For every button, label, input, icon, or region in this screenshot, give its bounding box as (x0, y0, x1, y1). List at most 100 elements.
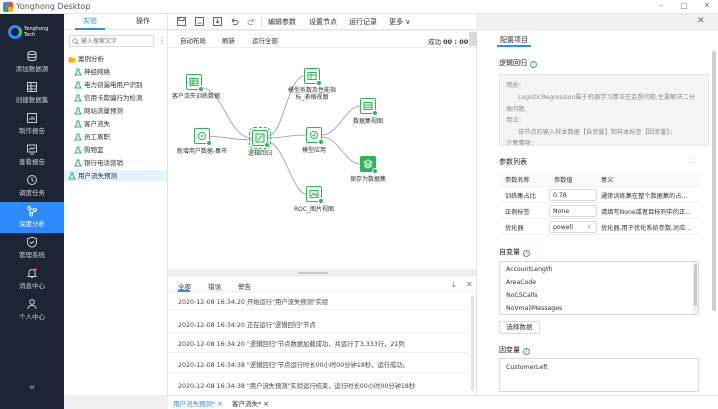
document-tabs: 用户流失预测* ✕ 客户流失* ✕ (168, 395, 718, 409)
undo-icon[interactable] (230, 17, 239, 26)
redo-icon[interactable] (247, 17, 256, 26)
flask-icon (74, 81, 82, 89)
field-item[interactable]: NoVmailMessages (506, 305, 562, 312)
dependent-var-list[interactable]: CustomerLeft (499, 358, 699, 392)
close-window-button[interactable]: ✕ (700, 1, 714, 10)
success-badge-icon (318, 198, 324, 204)
connection-lines (201, 75, 361, 195)
database-icon (27, 50, 37, 62)
window-title: Yonghong Desktop (16, 2, 91, 11)
node-model-apply[interactable] (306, 127, 324, 145)
more-options-icon[interactable]: ⋮ (158, 36, 166, 45)
tab-experiment[interactable]: 实验 (83, 16, 97, 26)
tree-folder[interactable]: 案例分析 (68, 53, 104, 64)
tab-operation[interactable]: 操作 (136, 16, 150, 26)
tree-item[interactable]: 银行电话营销 (74, 157, 123, 168)
node-logistic-regression[interactable] (249, 127, 271, 149)
field-item[interactable]: CustomerLeft (506, 364, 548, 371)
nav-item-message-center[interactable]: 消息中心 (0, 264, 64, 295)
nav-item-manage-system[interactable]: 管理系统 (0, 233, 64, 264)
log-divider (168, 352, 468, 353)
tree-item[interactable]: 神经网络 (74, 66, 110, 77)
param-value-input[interactable]: None (549, 205, 597, 217)
log-panel: 全部 错误 警告 ⤓ ✕ 2020-12-08 16:34:20 开始运行"用户… (168, 275, 476, 395)
data-table-icon (189, 78, 199, 86)
tree-item[interactable]: 购物篮 (74, 144, 104, 155)
node-new-user-data[interactable] (194, 128, 212, 146)
edit-params-button[interactable]: 编辑参数 (268, 17, 296, 27)
tree-item[interactable]: 信用卡欺骗行为检测 (74, 92, 143, 103)
minimize-button[interactable]: – (654, 1, 668, 10)
tab-indicator (75, 28, 105, 30)
nav-item-view-report[interactable]: 查看报告 (0, 140, 64, 171)
tree-item[interactable]: 客户流失 (74, 118, 110, 129)
save-as-icon[interactable] (195, 17, 204, 26)
doc-tab-user-churn[interactable]: 用户流失预测* ✕ (173, 398, 223, 408)
refresh-button[interactable]: 刷新 (222, 35, 235, 45)
collapse-panel-handle[interactable] (469, 32, 477, 46)
download-log-icon[interactable]: ⤓ (452, 280, 456, 290)
nav-item-make-report[interactable]: 制作报告 (0, 109, 64, 140)
node-save-dataset[interactable] (360, 156, 378, 174)
maximize-button[interactable]: ▢ (677, 1, 691, 10)
param-value-input[interactable]: 0.78 (549, 189, 597, 201)
info-icon[interactable]: i (523, 348, 530, 355)
logic-section-title: 逻辑回归 i (499, 58, 537, 68)
field-item[interactable]: NoCSCalls (506, 292, 537, 299)
success-badge-icon (318, 139, 324, 145)
info-icon[interactable]: i (530, 61, 537, 68)
title-bar: Yonghong Desktop – ▢ ✕ (0, 0, 718, 14)
select-data-button[interactable]: 选择数据 (499, 321, 540, 334)
more-menu-button[interactable]: 更多 ∨ (389, 17, 410, 27)
run-records-button[interactable]: 运行记录 (349, 17, 377, 27)
node-dataset-view[interactable] (360, 98, 378, 116)
app-logo (3, 2, 13, 12)
flask-icon (74, 133, 82, 141)
list-scrollbar[interactable] (693, 262, 698, 314)
doc-tab-customer-churn[interactable]: 客户流失* ✕ (232, 398, 269, 408)
user-icon (27, 299, 37, 310)
node-roc-image-view[interactable] (306, 186, 324, 204)
workflow-canvas[interactable]: 客户流失训练数据 新增用户数据-集市 逻辑回归 模型系数及性能指标_表格视图 模… (168, 47, 476, 269)
auto-layout-button[interactable]: 自动布局 (180, 35, 206, 45)
image-view-icon (309, 190, 319, 198)
params-section-title: 参数列表 (499, 158, 527, 166)
node-model-metrics-table[interactable] (304, 68, 322, 86)
close-experiment-button[interactable]: ✕ (697, 16, 705, 26)
tree-item[interactable]: 电力窃漏电用户识别 (74, 79, 143, 90)
collapse-nav-button[interactable]: « (0, 382, 64, 393)
tab-config-items[interactable]: 配置项目 (500, 35, 528, 45)
nav-item-personal-center[interactable]: 个人中心 (0, 295, 64, 326)
nav-item-schedule-task[interactable]: 调度任务 (0, 171, 64, 202)
flask-icon (74, 146, 82, 154)
log-divider (168, 332, 468, 333)
nav-item-create-dataset[interactable]: 创建数据集 (0, 78, 64, 109)
nav-item-add-datasource[interactable]: 添加数据源 (0, 47, 64, 78)
log-scrollbar[interactable] (471, 296, 474, 391)
node-label: 客户流失训练数据 (171, 93, 220, 100)
set-node-button[interactable]: 设置节点 (309, 17, 337, 27)
node-training-data[interactable] (186, 74, 204, 92)
export-icon[interactable] (213, 17, 222, 26)
tree-item[interactable]: 员工离职 (74, 131, 110, 142)
success-badge-icon (372, 110, 378, 116)
chevron-down-icon[interactable]: ∨ (587, 223, 591, 230)
config-scrollbar[interactable] (712, 51, 716, 311)
field-item[interactable]: AreaCode (506, 279, 536, 286)
nav-item-deep-analysis[interactable]: 深度分析 (0, 202, 64, 233)
run-all-button[interactable]: 运行全部 (252, 35, 278, 45)
independent-var-list[interactable]: AccountLength AreaCode NoCSCalls NoVmail… (499, 261, 699, 315)
tab-log-errors[interactable]: 错误 (208, 281, 221, 291)
expand-icon[interactable]: ⛶ (690, 157, 695, 166)
search-input[interactable] (81, 36, 155, 46)
log-line: 2020-12-08 16:34:38 "逻辑回归"节点运行时长00小时00分钟… (178, 362, 409, 369)
node-label: 新增用户数据-集市 (176, 148, 228, 155)
save-icon[interactable] (177, 17, 186, 26)
field-item[interactable]: AccountLength (506, 266, 552, 273)
close-log-icon[interactable]: ✕ (466, 280, 473, 289)
info-icon[interactable]: i (523, 250, 530, 257)
tab-log-warnings[interactable]: 警告 (238, 281, 251, 291)
tree-item[interactable]: 网站流量预测 (74, 105, 123, 116)
tree-item-selected[interactable]: 用户流失预测 (64, 170, 167, 181)
panel-resize-handle[interactable] (298, 272, 328, 274)
